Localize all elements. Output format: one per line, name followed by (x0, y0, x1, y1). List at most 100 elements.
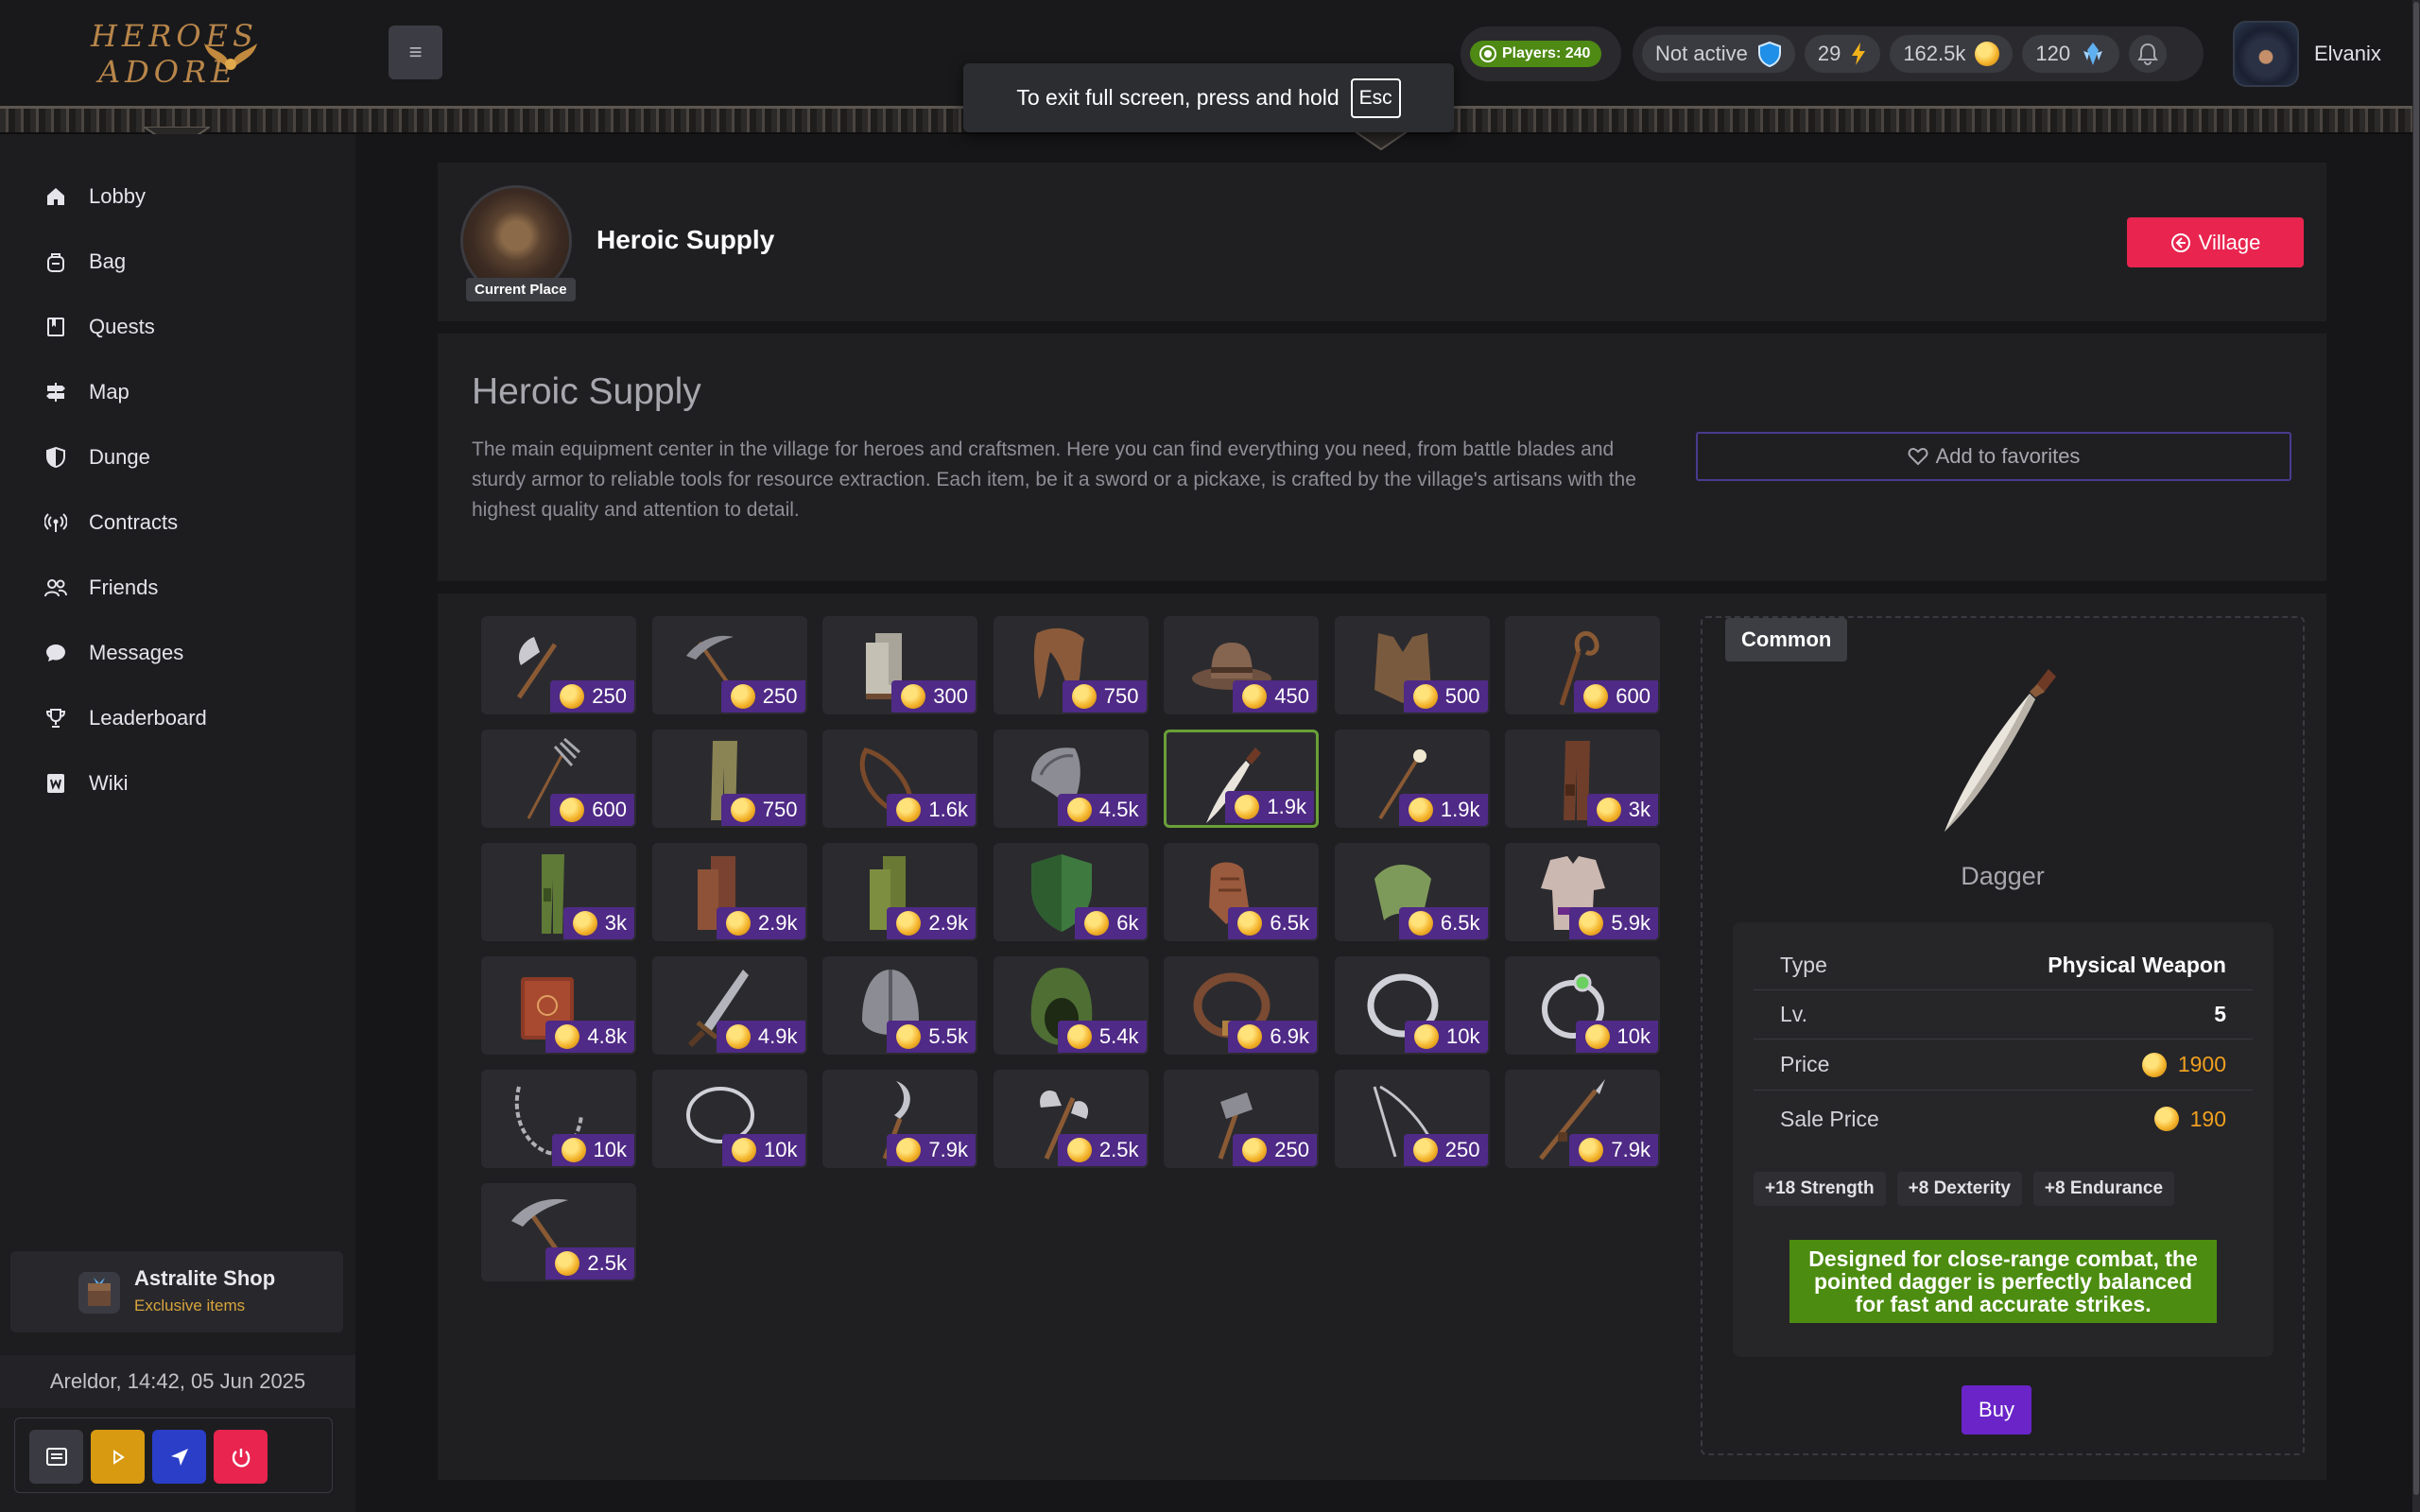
wiki-icon (43, 771, 68, 796)
shop-title: Heroic Supply (472, 371, 701, 412)
shop-item[interactable]: 1.9k (1334, 730, 1490, 828)
add-to-favorites-button[interactable]: Add to favorites (1696, 432, 2291, 481)
shop-item[interactable]: 4.9k (651, 956, 807, 1055)
sidebar-item-contracts[interactable]: Contracts (43, 504, 178, 541)
scrollbar-thumb[interactable] (2413, 2, 2419, 1495)
coin-icon (1596, 798, 1621, 822)
shop-item[interactable]: 7.9k (1505, 1070, 1660, 1168)
item-price: 7.9k (1611, 1138, 1651, 1161)
shop-item[interactable]: 1.6k (822, 730, 977, 828)
chat-log-button[interactable] (29, 1430, 83, 1484)
shop-item[interactable]: 2.5k (481, 1183, 636, 1281)
coin-icon (1066, 1138, 1092, 1162)
astralite-shop-card[interactable]: Astralite Shop Exclusive items (10, 1251, 343, 1332)
shop-item[interactable]: 2.9k (822, 843, 977, 941)
coin-icon (1579, 911, 1604, 936)
activity-status[interactable]: Not active (1642, 35, 1795, 73)
shop-item[interactable]: 500 (1334, 616, 1490, 714)
shop-item[interactable]: 4.8k (481, 956, 636, 1055)
shop-item[interactable]: 250 (1334, 1070, 1490, 1168)
price-tag: 2.9k (716, 907, 805, 939)
coin-icon (1584, 1024, 1610, 1049)
shop-item[interactable]: 300 (822, 616, 977, 714)
shop-title: Astralite Shop (134, 1266, 276, 1290)
sidebar-item-dunge[interactable]: Dunge (43, 438, 150, 476)
sidebar-item-quests[interactable]: Quests (43, 308, 155, 346)
astralite-counter[interactable]: 120 (2022, 35, 2120, 73)
shop-item[interactable]: 10k (1505, 956, 1660, 1055)
item-price: 250 (1444, 1138, 1480, 1161)
price-tag: 4.8k (545, 1021, 634, 1053)
sidebar-item-bag[interactable]: Bag (43, 243, 126, 281)
item-price: 10k (1446, 1024, 1480, 1048)
shop-item[interactable]: 250 (651, 616, 807, 714)
price-tag: 10k (1405, 1021, 1488, 1053)
play-button[interactable] (91, 1430, 145, 1484)
shop-item[interactable]: 6k (993, 843, 1149, 941)
sidebar-item-messages[interactable]: Messages (43, 634, 183, 672)
shop-item[interactable]: 450 (1164, 616, 1319, 714)
gold-counter[interactable]: 162.5k (1890, 35, 2014, 73)
shop-item[interactable]: 10k (481, 1070, 636, 1168)
fullscreen-notice-text: To exit full screen, press and hold (1016, 85, 1340, 110)
shop-item[interactable]: 3k (1505, 730, 1660, 828)
game-logo[interactable]: HEROES ADORE (87, 17, 267, 94)
user-profile[interactable]: Elvanix (2233, 21, 2381, 87)
hamburger-icon[interactable]: ≡ (389, 26, 442, 79)
coin-icon (560, 684, 585, 709)
sidebar-item-friends[interactable]: Friends (43, 569, 158, 607)
shop-item[interactable]: 600 (1505, 616, 1660, 714)
shop-item[interactable]: 6.9k (1164, 956, 1319, 1055)
shop-item[interactable]: 10k (651, 1070, 807, 1168)
stat-value: 5 (2214, 1002, 2226, 1026)
shop-item[interactable]: 1.9k (1164, 730, 1319, 828)
coin-icon (1579, 1138, 1604, 1162)
item-price: 10k (764, 1138, 798, 1161)
shop-item[interactable]: 5.5k (822, 956, 977, 1055)
signpost-icon (43, 380, 68, 404)
place-title: Heroic Supply (596, 225, 775, 254)
price-tag: 250 (720, 680, 805, 713)
avatar[interactable] (2233, 21, 2299, 87)
shop-item[interactable]: 10k (1334, 956, 1490, 1055)
price-tag: 500 (1403, 680, 1488, 713)
shop-item[interactable]: 250 (1164, 1070, 1319, 1168)
shop-item[interactable]: 2.5k (993, 1070, 1149, 1168)
sidebar-item-label: Map (89, 380, 130, 404)
sidebar-item-wiki[interactable]: Wiki (43, 765, 129, 802)
power-button[interactable] (214, 1430, 268, 1484)
sidebar-item-lobby[interactable]: Lobby (43, 178, 146, 215)
shop-item[interactable]: 4.5k (993, 730, 1149, 828)
shop-item[interactable]: 250 (481, 616, 636, 714)
send-button[interactable] (152, 1430, 206, 1484)
village-button[interactable]: Village (2127, 217, 2304, 267)
shop-item[interactable]: 600 (481, 730, 636, 828)
stat-label: Sale Price (1780, 1106, 1879, 1131)
shop-item[interactable]: 3k (481, 843, 636, 941)
shop-item[interactable]: 2.9k (651, 843, 807, 941)
shop-item[interactable]: 6.5k (1334, 843, 1490, 941)
sidebar-item-label: Dunge (89, 445, 150, 469)
stat-row-sale-price: Sale Price 190 (1754, 1092, 2253, 1145)
shop-item[interactable]: 5.9k (1505, 843, 1660, 941)
item-price: 3k (604, 911, 627, 935)
energy-counter[interactable]: 29 (1804, 35, 1881, 73)
chat-log-icon (45, 1447, 67, 1466)
item-price: 6k (1116, 911, 1139, 935)
notifications-button[interactable] (2129, 35, 2168, 73)
shop-item[interactable]: 6.5k (1164, 843, 1319, 941)
heart-icon (1908, 447, 1927, 466)
current-place-panel: Current Place Heroic Supply Village (438, 163, 2326, 321)
rarity-badge: Common (1725, 618, 1848, 662)
sidebar-item-leaderboard[interactable]: Leaderboard (43, 699, 207, 737)
shop-item[interactable]: 750 (993, 616, 1149, 714)
shop-item[interactable]: 750 (651, 730, 807, 828)
coin-icon (896, 1024, 922, 1049)
coin-icon (555, 1024, 580, 1049)
shop-item[interactable]: 7.9k (822, 1070, 977, 1168)
shop-description: The main equipment center in the village… (472, 438, 1636, 521)
sidebar-item-map[interactable]: Map (43, 373, 130, 411)
buy-button[interactable]: Buy (1962, 1385, 2031, 1435)
shop-item[interactable]: 5.4k (993, 956, 1149, 1055)
item-price: 4.9k (757, 1024, 798, 1048)
